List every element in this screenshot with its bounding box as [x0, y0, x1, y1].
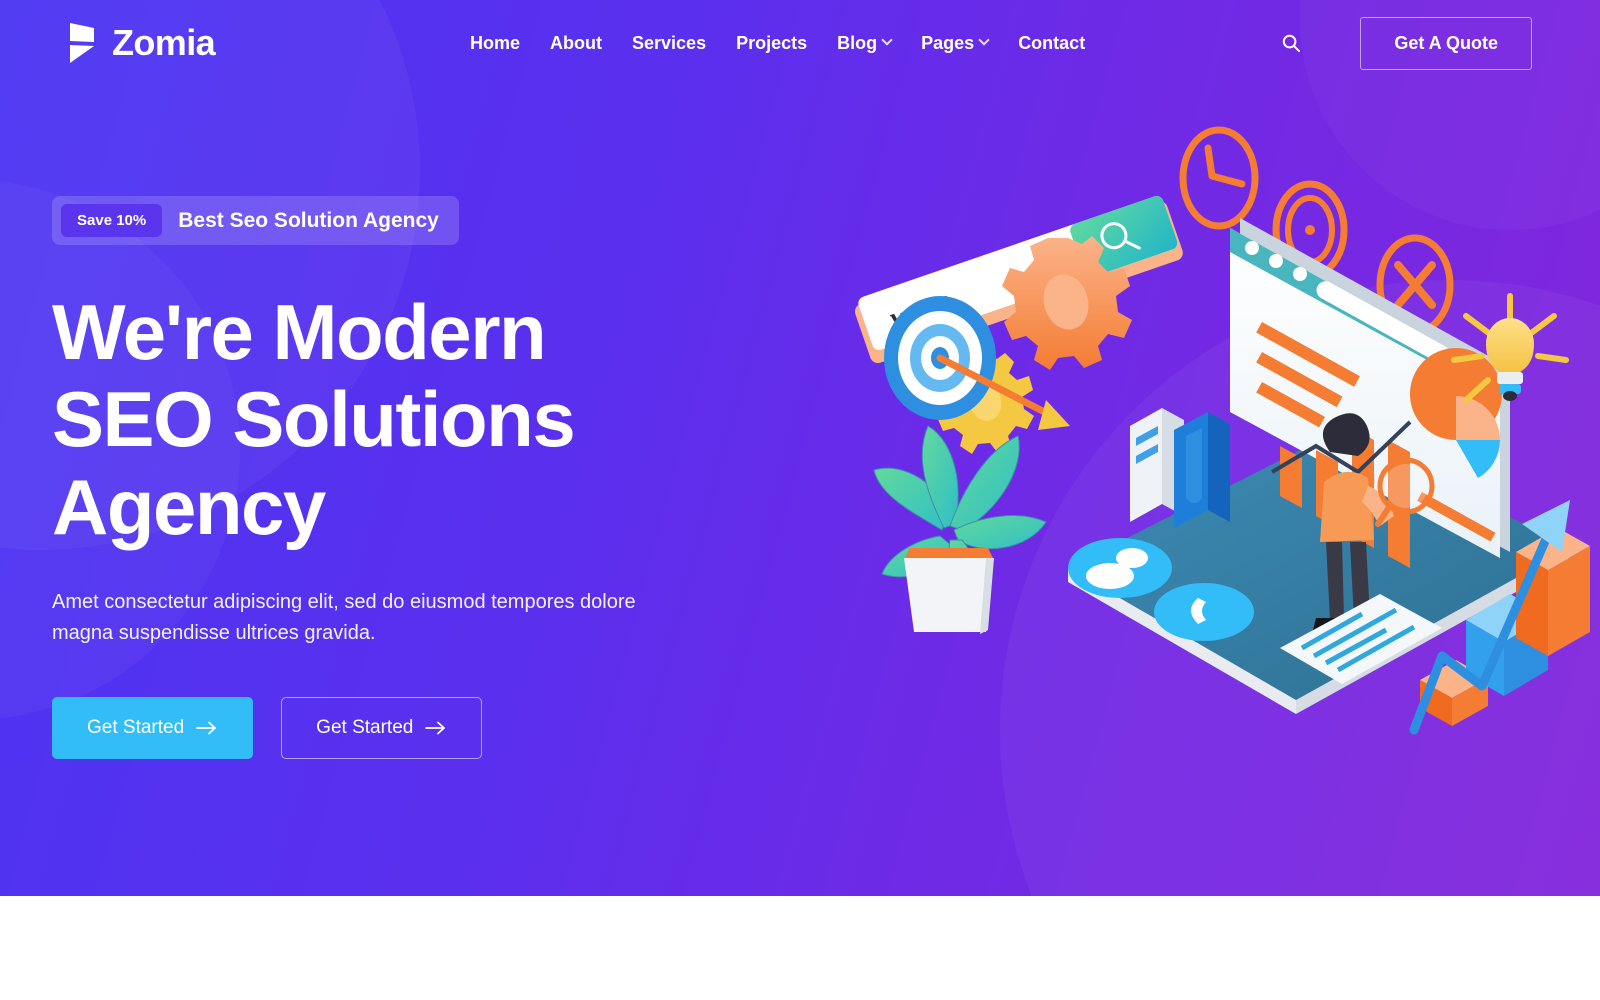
main-nav: Home About Services Projects Blog Pages — [470, 34, 1085, 52]
brand-name: Zomia — [112, 22, 216, 63]
nav-item-pages[interactable]: Pages — [921, 33, 990, 53]
hero-title: We're Modern SEO Solutions Agency — [52, 288, 576, 551]
hero-cta-row: Get Started Get Started — [52, 697, 1600, 760]
landing-page: Zomia Home About Services Projects Blog — [0, 0, 1600, 1000]
arrow-right-icon — [425, 721, 446, 735]
nav-item-projects[interactable]: Projects — [736, 34, 807, 52]
nav-label: Blog — [837, 33, 878, 53]
page-below-fold — [0, 896, 1600, 1000]
badge-discount-pill: Save 10% — [61, 204, 163, 237]
nav-label: Contact — [1018, 33, 1086, 53]
nav-label: Home — [470, 33, 521, 53]
hero-subtitle: Amet consectetur adipiscing elit, sed do… — [52, 591, 636, 645]
nav-label: Pages — [921, 33, 975, 53]
brand-logo[interactable]: Zomia — [68, 22, 216, 64]
arrow-right-icon — [196, 721, 217, 735]
search-button[interactable] — [1280, 32, 1302, 54]
nav-item-blog[interactable]: Blog — [837, 33, 893, 53]
button-label: Get Started — [316, 717, 414, 739]
get-a-quote-button[interactable]: Get A Quote — [1360, 16, 1532, 70]
nav-label: Services — [632, 33, 707, 53]
get-started-primary-button[interactable]: Get Started — [52, 697, 254, 760]
hero-section: Zomia Home About Services Projects Blog — [0, 0, 1600, 896]
nav-item-contact[interactable]: Contact — [1018, 34, 1085, 52]
nav-item-about[interactable]: About — [550, 34, 602, 52]
button-label: Get Started — [87, 717, 185, 739]
get-started-secondary-button[interactable]: Get Started — [281, 697, 483, 760]
search-icon — [1283, 34, 1301, 52]
nav-item-services[interactable]: Services — [632, 34, 706, 52]
nav-label: About — [550, 33, 603, 53]
header-actions: Get A Quote — [1280, 16, 1532, 70]
zomia-flag-mark-icon — [70, 23, 94, 63]
chevron-down-icon — [978, 34, 990, 46]
site-header: Zomia Home About Services Projects Blog — [0, 0, 1600, 86]
hero-content: Save 10% Best Seo Solution Agency We're … — [0, 86, 1600, 760]
nav-item-home[interactable]: Home — [470, 34, 520, 52]
nav-label: Projects — [736, 33, 808, 53]
hero-badge: Save 10% Best Seo Solution Agency — [52, 196, 459, 245]
badge-tagline: Best Seo Solution Agency — [178, 209, 439, 232]
chevron-down-icon — [881, 34, 893, 46]
